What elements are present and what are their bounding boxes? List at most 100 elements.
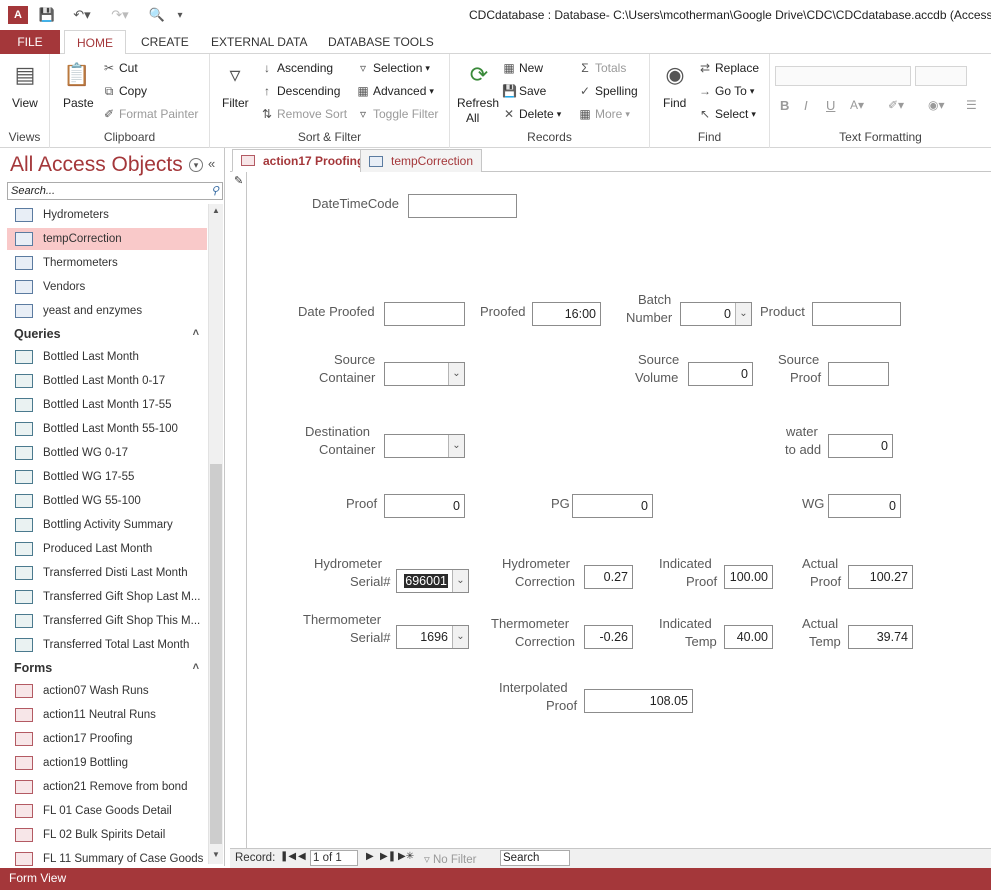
- replace-button[interactable]: ⇄ Replace: [698, 61, 759, 75]
- hydrometer-serial-combo[interactable]: 696001 ⌄: [396, 569, 469, 593]
- chevron-down-icon[interactable]: ⌄: [452, 570, 468, 592]
- nav-item[interactable]: Bottled WG 17-55: [7, 466, 207, 488]
- ascending-button[interactable]: ↓ Ascending: [260, 61, 333, 75]
- chevron-down-icon[interactable]: ⌄: [735, 303, 751, 325]
- nav-item[interactable]: action17 Proofing: [7, 728, 207, 750]
- customize-toolbar-icon[interactable]: ▾: [174, 6, 186, 24]
- destination-container-combo[interactable]: ⌄: [384, 434, 465, 458]
- chevron-down-icon[interactable]: ⌄: [452, 626, 468, 648]
- align-icon[interactable]: ☰: [966, 98, 977, 112]
- new-record-button[interactable]: ▦ New: [502, 61, 543, 75]
- tab-create[interactable]: CREATE: [135, 30, 195, 54]
- nav-item[interactable]: Bottled WG 55-100: [7, 490, 207, 512]
- scroll-down-icon[interactable]: ▼: [210, 850, 222, 862]
- no-filter-button[interactable]: ▿ No Filter: [424, 852, 476, 866]
- batch-combo[interactable]: 0 ⌄: [680, 302, 752, 326]
- previous-record-icon[interactable]: ◀: [298, 851, 306, 862]
- undo-icon[interactable]: ↶▾: [68, 6, 96, 24]
- advanced-button[interactable]: ▦ Advanced ▾: [356, 84, 434, 98]
- tab-home[interactable]: HOME: [64, 30, 126, 55]
- view-button[interactable]: View: [12, 96, 38, 110]
- redo-icon[interactable]: ↷▾: [106, 6, 134, 24]
- nav-item[interactable]: Bottled WG 0-17: [7, 442, 207, 464]
- datetimecode-field[interactable]: [408, 194, 517, 218]
- nav-item[interactable]: Transferred Total Last Month: [7, 634, 207, 656]
- nav-item[interactable]: Transferred Gift Shop Last M...: [7, 586, 207, 608]
- nav-item[interactable]: Thermometers: [7, 252, 207, 274]
- tab-database-tools[interactable]: DATABASE TOOLS: [322, 30, 440, 54]
- spelling-button[interactable]: ✓ Spelling: [578, 84, 638, 98]
- collapse-pane-icon[interactable]: «: [208, 156, 215, 171]
- pg-field[interactable]: 0: [572, 494, 653, 518]
- remove-sort-button[interactable]: ⇅ Remove Sort: [260, 107, 347, 121]
- nav-item[interactable]: tempCorrection: [7, 228, 207, 250]
- save-record-button[interactable]: 💾 Save: [502, 84, 546, 98]
- nav-section-queries[interactable]: Queries ˄: [14, 327, 204, 341]
- find-button[interactable]: Find: [663, 96, 686, 110]
- scroll-thumb[interactable]: [210, 464, 222, 844]
- collapse-section-icon[interactable]: ˄: [193, 661, 199, 673]
- nav-item[interactable]: action21 Remove from bond: [7, 776, 207, 798]
- record-selector[interactable]: ✎: [230, 172, 247, 848]
- chevron-down-icon[interactable]: ⌄: [448, 435, 464, 457]
- descending-button[interactable]: ↑ Descending: [260, 84, 340, 98]
- new-record-nav-icon[interactable]: ▶✳: [398, 851, 414, 862]
- wg-field[interactable]: 0: [828, 494, 901, 518]
- tab-external-data[interactable]: EXTERNAL DATA: [205, 30, 313, 54]
- nav-item[interactable]: FL 01 Case Goods Detail: [7, 800, 207, 822]
- proof-field[interactable]: 0: [384, 494, 465, 518]
- select-button[interactable]: ↖ Select ▾: [698, 107, 756, 121]
- nav-item[interactable]: FL 11 Summary of Case Goods: [7, 848, 207, 870]
- refresh-button[interactable]: Refresh: [457, 96, 499, 110]
- doc-tab-action17-proofing[interactable]: action17 Proofing: [232, 149, 374, 172]
- nav-menu-icon[interactable]: ▾: [189, 158, 203, 172]
- paste-button[interactable]: Paste: [63, 96, 94, 110]
- fill-color-icon[interactable]: ◉▾: [928, 98, 945, 112]
- nav-item[interactable]: action19 Bottling: [7, 752, 207, 774]
- cut-button[interactable]: ✂ Cut: [102, 61, 138, 75]
- last-record-icon[interactable]: ▶❚: [380, 851, 396, 862]
- nav-item[interactable]: Bottled Last Month: [7, 346, 207, 368]
- nav-section-forms[interactable]: Forms ˄: [14, 661, 204, 675]
- format-painter-button[interactable]: ✐ Format Painter: [102, 107, 198, 121]
- more-button[interactable]: ▦ More ▾: [578, 107, 630, 121]
- collapse-section-icon[interactable]: ˄: [193, 327, 199, 339]
- copy-button[interactable]: ⧉ Copy: [102, 84, 147, 98]
- goto-button[interactable]: → Go To ▾: [698, 84, 754, 98]
- toggle-filter-button[interactable]: ▿ Toggle Filter: [356, 107, 438, 121]
- source-container-combo[interactable]: ⌄: [384, 362, 465, 386]
- water-field[interactable]: 0: [828, 434, 893, 458]
- font-color-icon[interactable]: A▾: [850, 98, 864, 112]
- nav-header[interactable]: All Access Objects: [10, 153, 183, 177]
- italic-button[interactable]: I: [804, 98, 808, 113]
- nav-item[interactable]: Hydrometers: [7, 204, 207, 226]
- interpolated-proof-field[interactable]: 108.05: [584, 689, 693, 713]
- product-field[interactable]: [812, 302, 901, 326]
- first-record-icon[interactable]: ❚◀: [280, 851, 296, 862]
- print-preview-icon[interactable]: 🔍: [148, 6, 166, 24]
- record-position-input[interactable]: 1 of 1: [310, 850, 358, 866]
- nav-item[interactable]: yeast and enzymes: [7, 300, 207, 322]
- nav-item[interactable]: Vendors: [7, 276, 207, 298]
- chevron-down-icon[interactable]: ⌄: [448, 363, 464, 385]
- hydrometer-correction-field[interactable]: 0.27: [584, 565, 633, 589]
- thermometer-correction-field[interactable]: -0.26: [584, 625, 633, 649]
- nav-item[interactable]: FL 02 Bulk Spirits Detail: [7, 824, 207, 846]
- record-search-input[interactable]: Search: [500, 850, 570, 866]
- font-name-combo[interactable]: [775, 66, 911, 86]
- nav-item[interactable]: Bottled Last Month 55-100: [7, 418, 207, 440]
- source-proof-field[interactable]: [828, 362, 889, 386]
- nav-item[interactable]: Bottled Last Month 17-55: [7, 394, 207, 416]
- selection-button[interactable]: ▿ Selection ▾: [356, 61, 430, 75]
- bold-button[interactable]: B: [780, 98, 789, 113]
- nav-search-input[interactable]: Search... ⚲: [7, 182, 223, 200]
- nav-item[interactable]: action07 Wash Runs: [7, 680, 207, 702]
- scroll-up-icon[interactable]: ▲: [210, 206, 222, 218]
- nav-item[interactable]: Bottled Last Month 0-17: [7, 370, 207, 392]
- doc-tab-tempcorrection[interactable]: tempCorrection: [360, 149, 483, 172]
- thermometer-serial-combo[interactable]: 1696 ⌄: [396, 625, 469, 649]
- font-size-combo[interactable]: [915, 66, 967, 86]
- nav-item[interactable]: Transferred Gift Shop This M...: [7, 610, 207, 632]
- filter-button[interactable]: Filter: [222, 96, 249, 110]
- indicated-proof-field[interactable]: 100.00: [724, 565, 773, 589]
